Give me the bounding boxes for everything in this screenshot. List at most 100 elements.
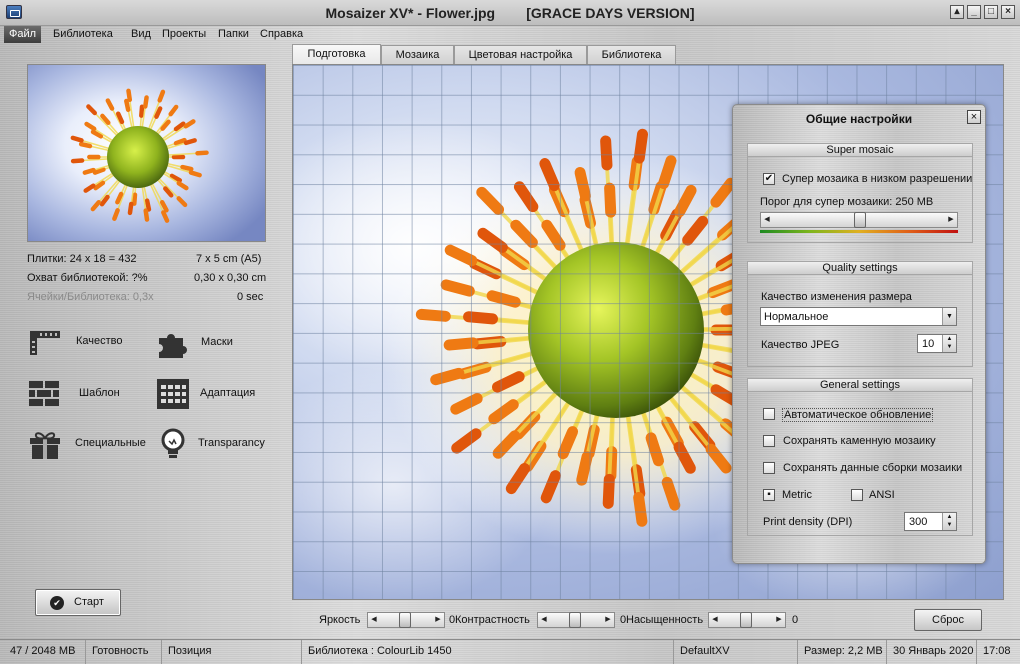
contrast-label: Контрастность (455, 614, 530, 626)
template-tool[interactable]: Шаблон (27, 377, 137, 411)
print-density-label: Print density (DPI) (763, 516, 853, 528)
masks-tool[interactable]: Маски (155, 326, 245, 360)
menu-library[interactable]: Библиотека (48, 26, 118, 43)
jpeg-quality-spinner[interactable]: 10 ▲ ▼ (917, 334, 957, 353)
grid-icon (157, 379, 189, 409)
menu-projects[interactable]: Проекты (157, 26, 211, 43)
time-status: 17:08 (983, 645, 1011, 657)
general-settings-dialog: Общие настройки × Super mosaic ✔ Супер м… (732, 104, 986, 564)
saturation-slider[interactable]: ◀ ▶ (708, 612, 786, 628)
masks-label: Маски (201, 336, 233, 348)
reset-button[interactable]: Сброс (914, 609, 982, 631)
menu-help[interactable]: Справка (255, 26, 308, 43)
save-stone-checkbox[interactable] (763, 435, 775, 447)
tab-library[interactable]: Библиотека (587, 45, 676, 65)
save-assembly-checkbox[interactable] (763, 462, 775, 474)
title-bar: Mosaizer XV* - Flower.jpg [GRACE DAYS VE… (0, 0, 1020, 26)
slider-left-arrow[interactable]: ◀ (762, 214, 772, 226)
tab-color-settings[interactable]: Цветовая настройка (454, 45, 587, 65)
super-mosaic-section: Super mosaic ✔ Супер мозаика в низком ра… (747, 143, 973, 243)
spin-arrows-icon[interactable]: ▲ ▼ (942, 513, 956, 530)
threshold-slider[interactable]: ◀ ▶ (760, 212, 958, 228)
slider-thumb[interactable] (399, 612, 411, 628)
bulb-icon (161, 428, 185, 458)
cell-size-info: 0,30 x 0,30 cm (194, 272, 267, 284)
saturation-value: 0 (792, 614, 799, 626)
slider-thumb[interactable] (740, 612, 752, 628)
print-density-spinner[interactable]: 300 ▲ ▼ (904, 512, 957, 531)
tab-preparation[interactable]: Подготовка (292, 44, 381, 65)
metric-label: Metric (782, 489, 812, 501)
close-icon[interactable]: × (1001, 5, 1015, 19)
resize-quality-select[interactable]: Нормальное ▼ (760, 307, 957, 326)
quality-tool[interactable]: Качество (27, 325, 137, 359)
bricks-icon (29, 381, 59, 406)
auto-update-label: Автоматическое обновление (782, 408, 934, 422)
menu-view[interactable]: Вид (126, 26, 156, 43)
quality-label: Качество (76, 335, 123, 347)
lowres-checkbox[interactable]: ✔ (763, 173, 775, 185)
saturation-label: Насыщенность (626, 614, 704, 626)
slider-thumb[interactable] (854, 212, 866, 228)
adaptation-tool[interactable]: Адаптация (155, 377, 265, 411)
brightness-slider[interactable]: ◀ ▶ (367, 612, 445, 628)
slider-left-arrow[interactable]: ◀ (539, 614, 549, 626)
puzzle-icon (159, 334, 187, 358)
special-label: Специальные (75, 437, 146, 449)
date-status: 30 Январь 2020 (887, 640, 977, 664)
dialog-close-icon[interactable]: × (967, 110, 981, 124)
gift-icon (30, 432, 60, 459)
slider-right-arrow[interactable]: ▶ (774, 614, 784, 626)
slider-right-arrow[interactable]: ▶ (946, 214, 956, 226)
contrast-slider[interactable]: ◀ ▶ (537, 612, 615, 628)
metric-radio[interactable]: ▪ (763, 489, 775, 501)
jpeg-quality-value: 10 (922, 338, 935, 350)
profile-status: DefaultXV (674, 640, 798, 664)
adjustment-bar: Яркость ◀ ▶ 0 Контрастность ◀ ▶ 0 Насыще… (292, 604, 1004, 636)
status-bar: 47 / 2048 MB Готовность Позиция Библиоте… (0, 639, 1020, 664)
spin-arrows-icon[interactable]: ▲ ▼ (942, 335, 956, 352)
special-tool[interactable]: Специальные (27, 427, 147, 461)
slider-right-arrow[interactable]: ▶ (433, 614, 443, 626)
brightness-label: Яркость (319, 614, 361, 626)
save-stone-label: Сохранять каменную мозаику (783, 435, 936, 447)
check-icon: ✔ (50, 596, 64, 610)
ansi-label: ANSI (869, 489, 895, 501)
quality-section: Quality settings Качество изменения разм… (747, 261, 973, 367)
slider-thumb[interactable] (569, 612, 581, 628)
start-label: Старт (74, 596, 104, 608)
slider-right-arrow[interactable]: ▶ (603, 614, 613, 626)
print-density-value: 300 (909, 516, 928, 528)
position-status: Позиция (162, 640, 302, 664)
transparency-label: Transparancy (198, 437, 265, 449)
general-section: General settings Автоматическое обновлен… (747, 378, 973, 536)
slider-left-arrow[interactable]: ◀ (369, 614, 379, 626)
dialog-title: Общие настройки (805, 112, 913, 126)
super-mosaic-header: Super mosaic (747, 143, 973, 157)
transparency-tool[interactable]: Transparancy (157, 427, 272, 461)
general-header: General settings (747, 378, 973, 392)
cells-library-info: Ячейки/Библиотека: 0,3x (27, 291, 154, 303)
slider-left-arrow[interactable]: ◀ (710, 614, 720, 626)
time-info: 0 sec (237, 291, 264, 303)
help-icon[interactable]: ▴ (950, 5, 964, 19)
ansi-radio[interactable] (851, 489, 863, 501)
resize-quality-value: Нормальное (764, 311, 829, 323)
maximize-icon[interactable]: □ (984, 5, 998, 19)
menu-folders[interactable]: Папки (213, 26, 254, 43)
save-assembly-label: Сохранять данные сборки мозаики (783, 462, 963, 474)
state-status: Готовность (86, 640, 162, 664)
tiles-info: Плитки: 24 x 18 = 432 (27, 253, 137, 265)
auto-update-checkbox[interactable] (763, 408, 775, 420)
adaptation-label: Адаптация (200, 387, 256, 399)
source-thumbnail[interactable] (27, 64, 266, 242)
chevron-down-icon[interactable]: ▼ (942, 308, 956, 325)
quality-header: Quality settings (747, 261, 973, 275)
memory-status: 47 / 2048 MB (4, 640, 86, 664)
start-button[interactable]: ✔ Старт (35, 589, 121, 616)
lowres-label: Супер мозаика в низком разрешении (782, 173, 973, 185)
tab-mosaic[interactable]: Мозаика (381, 45, 454, 65)
menu-file[interactable]: Файл (4, 26, 42, 43)
minimize-icon[interactable]: _ (967, 5, 981, 19)
left-panel: Плитки: 24 x 18 = 432 7 x 5 cm (A5) Охва… (0, 43, 290, 638)
